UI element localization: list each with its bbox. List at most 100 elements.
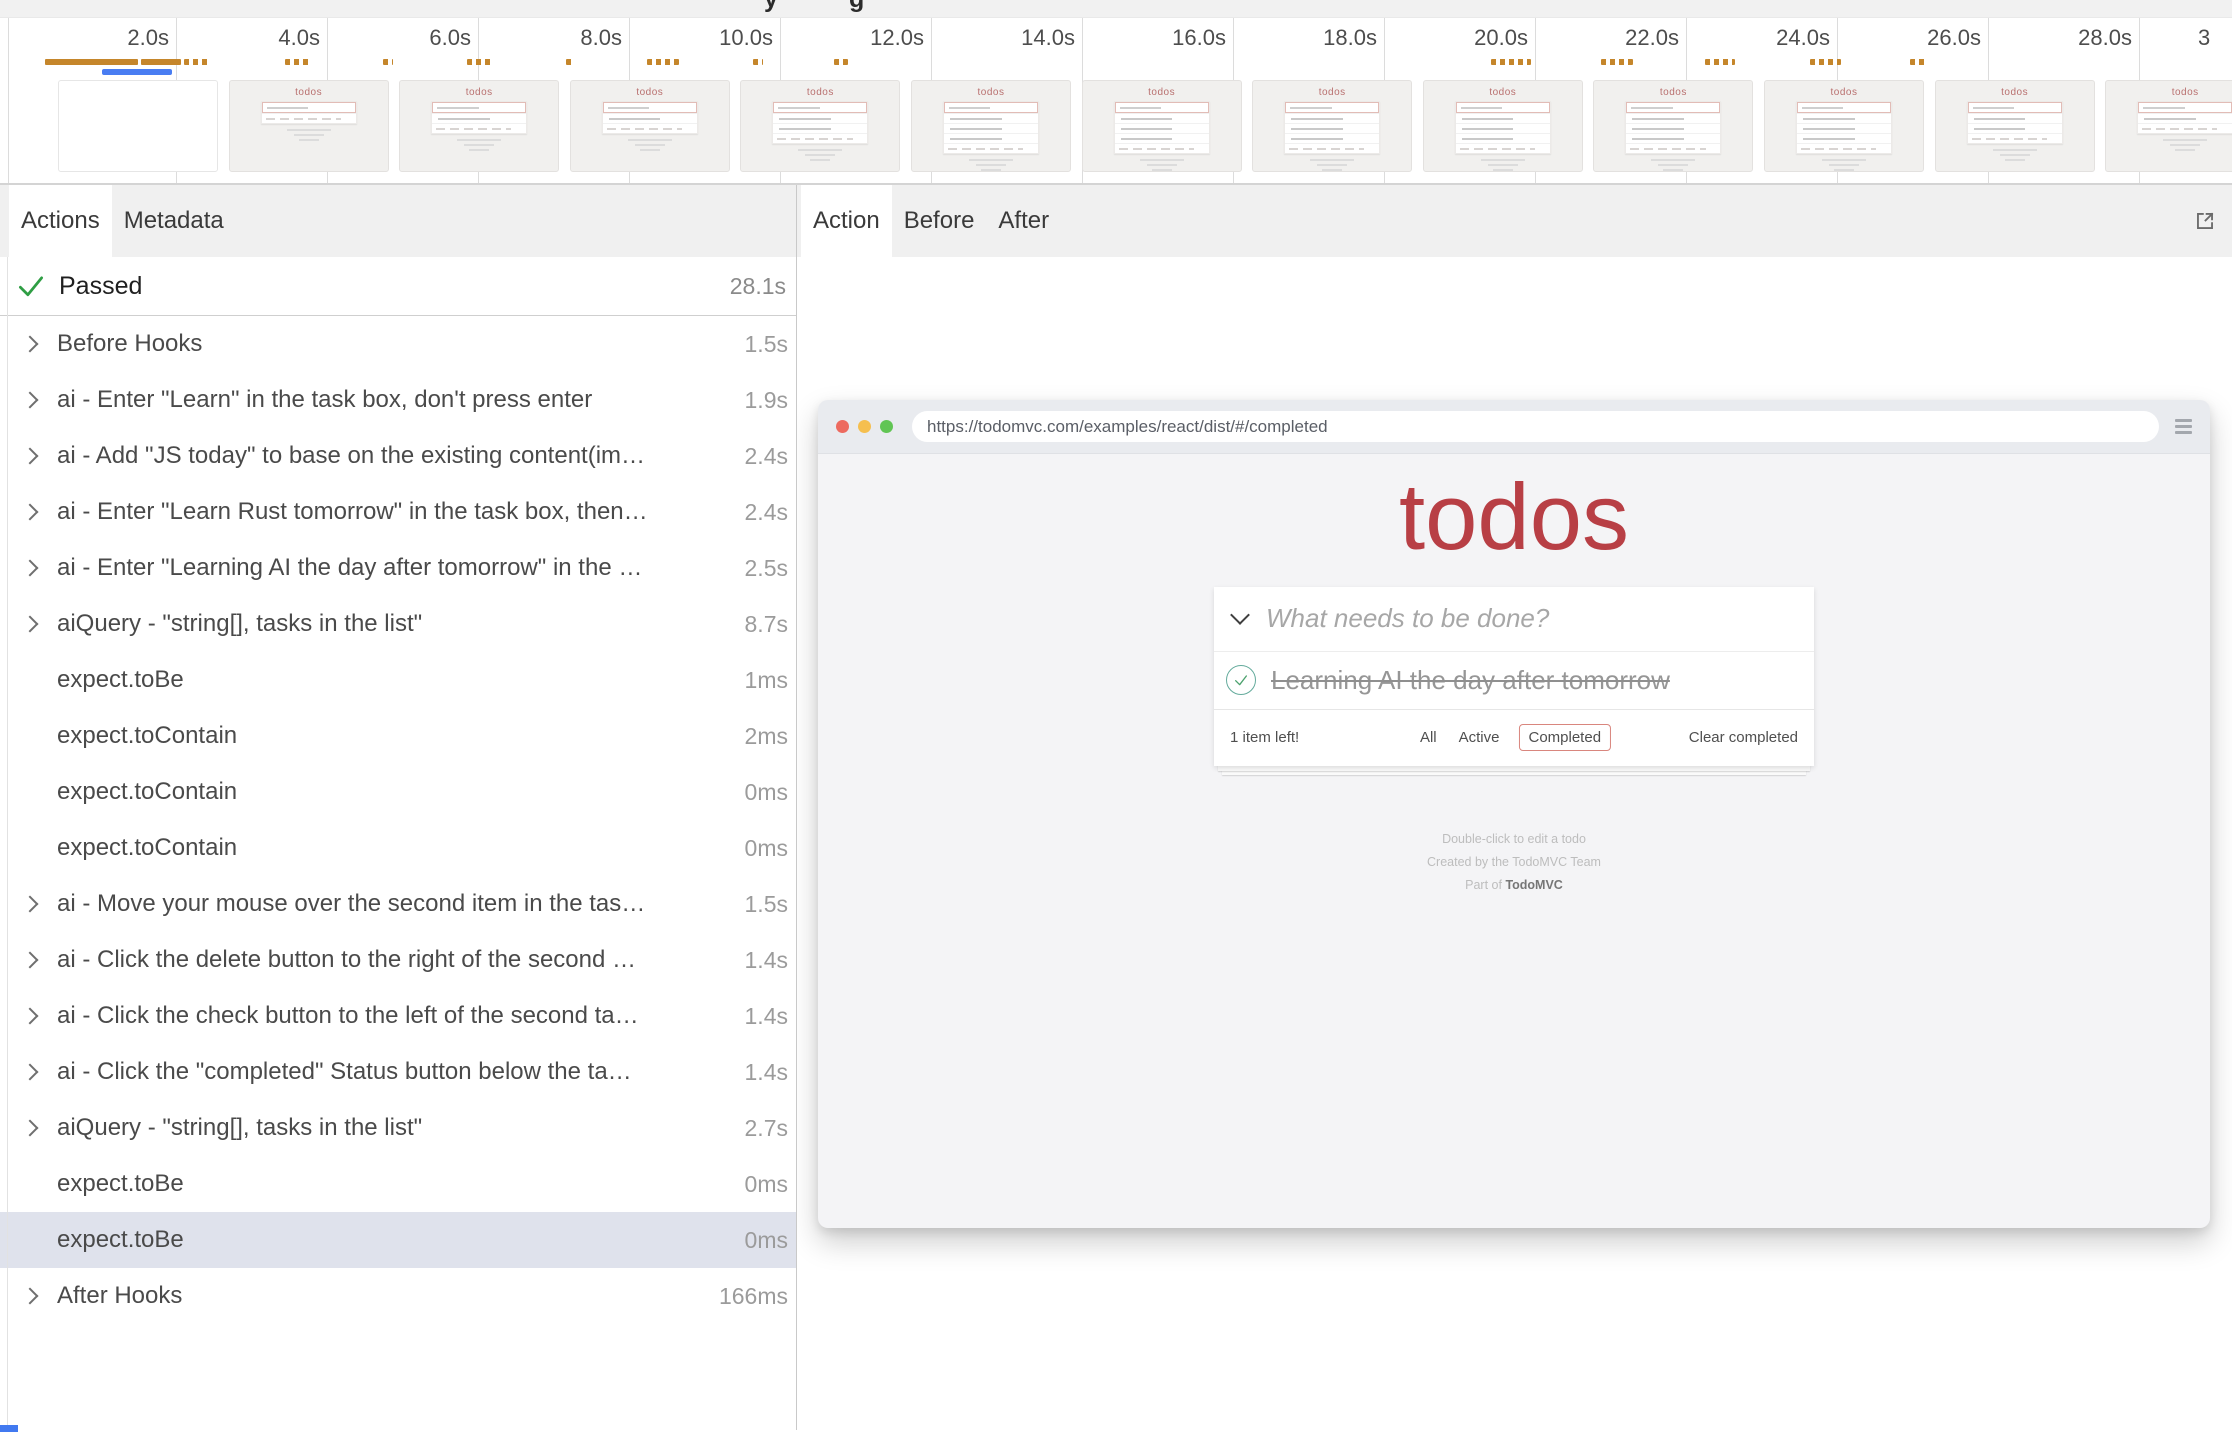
action-row-label: ai - Enter "Learn" in the task box, don'… [57, 386, 745, 414]
filmstrip-thumbnail[interactable]: todos [911, 80, 1071, 172]
timeline-left-edge [8, 18, 9, 183]
thumbnail-mini-item [944, 133, 1038, 143]
chevron-right-icon[interactable] [22, 392, 39, 409]
thumbnail-mini-input [2138, 102, 2232, 113]
filmstrip-thumbnail[interactable]: todos [740, 80, 900, 172]
thumbnail-todos-title: todos [1253, 87, 1411, 98]
thumbnail-info-line [1310, 159, 1354, 161]
action-row[interactable]: ai - Click the check button to the left … [0, 988, 796, 1044]
toggle-all-chevron-icon[interactable] [1230, 605, 1250, 625]
new-todo-input[interactable]: What needs to be done? [1214, 587, 1814, 651]
action-marker-bar [753, 59, 764, 65]
action-marker-bar [184, 59, 210, 65]
action-row[interactable]: expect.toContain0ms [0, 820, 796, 876]
clear-completed-button[interactable]: Clear completed [1689, 729, 1798, 746]
thumbnail-todos-title: todos [1936, 87, 2094, 98]
thumbnail-info-line [464, 144, 494, 146]
chevron-right-icon[interactable] [22, 616, 39, 633]
filmstrip-thumbnail[interactable]: todos [1935, 80, 2095, 172]
action-row[interactable]: Before Hooks1.5s [0, 316, 796, 372]
action-row-duration: 0ms [745, 779, 796, 806]
thumbnail-info-line [2000, 154, 2030, 156]
todo-toggle-checkbox[interactable] [1226, 665, 1256, 695]
filmstrip-thumbnail[interactable]: todos [1423, 80, 1583, 172]
thumbnail-mini-item [603, 113, 697, 123]
chevron-right-icon[interactable] [22, 1288, 39, 1305]
thumbnail-info-line [1822, 159, 1866, 161]
filmstrip-thumbnail[interactable]: todos [399, 80, 559, 172]
chevron-right-icon[interactable] [22, 952, 39, 969]
filmstrip-thumbnail[interactable]: todos [570, 80, 730, 172]
action-row[interactable]: expect.toBe0ms [0, 1212, 796, 1268]
browser-chrome-bar: https://todomvc.com/examples/react/dist/… [818, 400, 2210, 454]
test-total-duration: 28.1s [730, 273, 796, 300]
action-row-duration: 0ms [745, 1227, 796, 1254]
chevron-right-icon[interactable] [22, 336, 39, 353]
tab-actions[interactable]: Actions [9, 185, 112, 257]
action-row[interactable]: ai - Enter "Learn Rust tomorrow" in the … [0, 484, 796, 540]
traffic-light-close [836, 420, 849, 433]
action-row[interactable]: expect.toContain2ms [0, 708, 796, 764]
action-row-label: ai - Click the check button to the left … [57, 1002, 745, 1030]
action-row-label: ai - Add "JS today" to base on the exist… [57, 442, 745, 470]
action-row[interactable]: aiQuery - "string[], tasks in the list"8… [0, 596, 796, 652]
chevron-right-icon[interactable] [22, 1120, 39, 1137]
thumbnail-mini-item [1456, 133, 1550, 143]
action-row[interactable]: expect.toBe0ms [0, 1156, 796, 1212]
tab-action[interactable]: Action [801, 185, 892, 257]
chevron-right-icon[interactable] [22, 896, 39, 913]
action-row[interactable]: expect.toBe1ms [0, 652, 796, 708]
action-row-duration: 1.4s [745, 1059, 796, 1086]
filter-all[interactable]: All [1417, 724, 1440, 751]
thumbnail-mini-card [261, 101, 357, 124]
todo-item[interactable]: Learning AI the day after tomorrow [1214, 651, 1814, 709]
filmstrip-thumbnail[interactable]: todos [1252, 80, 1412, 172]
clipped-page-title: yg [0, 0, 2232, 18]
filter-active[interactable]: Active [1456, 724, 1503, 751]
action-row[interactable]: ai - Click the "completed" Status button… [0, 1044, 796, 1100]
tab-after[interactable]: After [986, 185, 1061, 257]
action-row[interactable]: aiQuery - "string[], tasks in the list"2… [0, 1100, 796, 1156]
thumbnail-mini-item [944, 113, 1038, 123]
action-row-label: Before Hooks [57, 330, 745, 358]
trace-viewer: yg 2.0s4.0s6.0s8.0s10.0s12.0s14.0s16.0s1… [0, 0, 2232, 1430]
action-row-label: After Hooks [57, 1282, 719, 1310]
action-row-label: expect.toBe [57, 1226, 745, 1254]
thumbnail-todos-title: todos [1594, 87, 1752, 98]
thumbnail-mini-card [1796, 101, 1892, 154]
chevron-right-icon[interactable] [22, 1008, 39, 1025]
open-snapshot-in-new-tab-button[interactable] [2192, 185, 2218, 257]
action-row[interactable]: ai - Enter "Learn" in the task box, don'… [0, 372, 796, 428]
tab-before[interactable]: Before [892, 185, 987, 257]
action-row[interactable]: ai - Enter "Learning AI the day after to… [0, 540, 796, 596]
action-row-duration: 2.5s [745, 555, 796, 582]
action-row[interactable]: expect.toContain0ms [0, 764, 796, 820]
filmstrip-thumbnail[interactable]: todos [1082, 80, 1242, 172]
timeline[interactable]: yg 2.0s4.0s6.0s8.0s10.0s12.0s14.0s16.0s1… [0, 0, 2232, 185]
filmstrip-thumbnail[interactable]: todos [2105, 80, 2232, 172]
filmstrip-thumbnail[interactable]: todos [1593, 80, 1753, 172]
chevron-right-icon[interactable] [22, 1064, 39, 1081]
chevron-right-icon[interactable] [22, 560, 39, 577]
todomvc-link[interactable]: TodoMVC [1505, 878, 1562, 892]
action-row-label: expect.toBe [57, 1170, 745, 1198]
filmstrip-thumbnail[interactable]: todos [1764, 80, 1924, 172]
action-row[interactable]: ai - Move your mouse over the second ite… [0, 876, 796, 932]
action-row[interactable]: ai - Click the delete button to the righ… [0, 932, 796, 988]
thumbnail-info-line [294, 134, 324, 136]
filter-completed[interactable]: Completed [1518, 724, 1611, 751]
thumbnail-mini-item [1285, 123, 1379, 133]
action-row-duration: 1.4s [745, 1003, 796, 1030]
tab-metadata[interactable]: Metadata [112, 185, 236, 257]
chevron-right-icon[interactable] [22, 448, 39, 465]
filmstrip-thumbnail[interactable]: todos [229, 80, 389, 172]
action-row-duration: 2.4s [745, 499, 796, 526]
thumbnail-todos-title: todos [1765, 87, 1923, 98]
action-row[interactable]: ai - Add "JS today" to base on the exist… [0, 428, 796, 484]
action-list: Before Hooks1.5s ai - Enter "Learn" in th… [0, 316, 796, 1324]
action-row[interactable]: After Hooks166ms [0, 1268, 796, 1324]
chevron-right-icon[interactable] [22, 504, 39, 521]
filmstrip-thumbnail[interactable] [58, 80, 218, 172]
traffic-light-minimize [858, 420, 871, 433]
action-marker-bar [834, 59, 848, 65]
